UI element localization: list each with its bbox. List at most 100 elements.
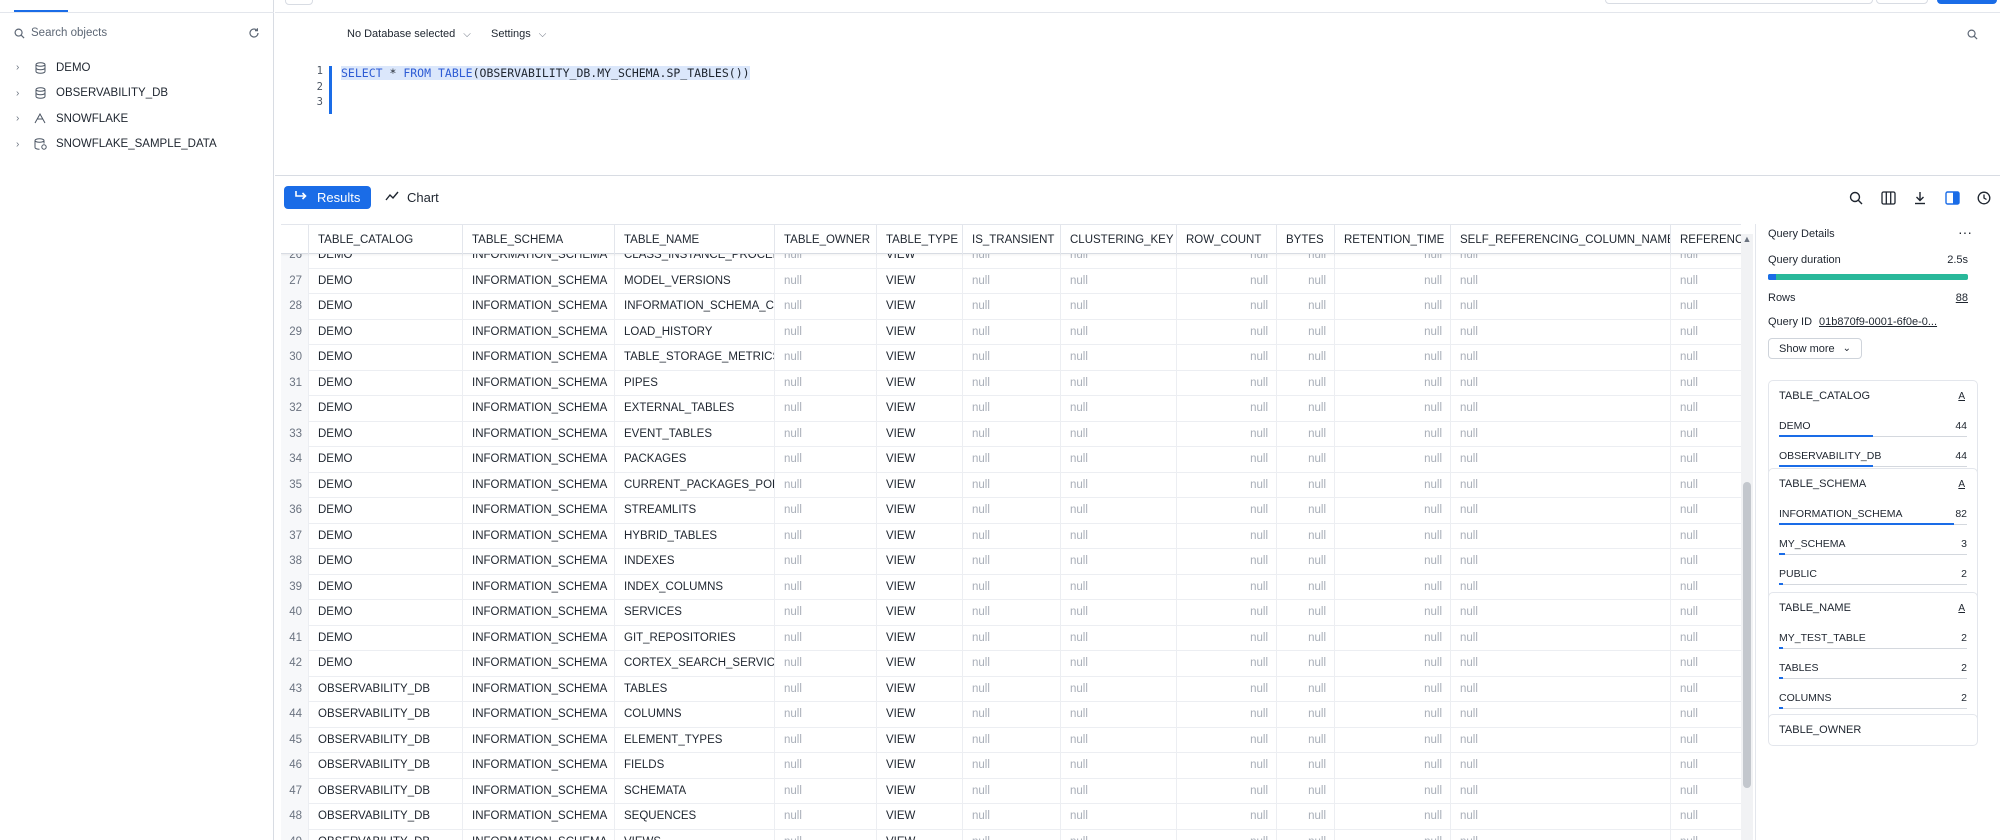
table-cell[interactable]: OBSERVABILITY_DB: [309, 804, 463, 830]
table-cell[interactable]: DEMO: [309, 625, 463, 651]
refresh-icon[interactable]: [248, 27, 260, 39]
null-cell[interactable]: null: [963, 421, 1061, 447]
null-cell[interactable]: null: [963, 804, 1061, 830]
table-row[interactable]: 49OBSERVABILITY_DBINFORMATION_SCHEMAVIEW…: [281, 829, 1741, 840]
table-cell[interactable]: OBSERVABILITY_DB: [309, 778, 463, 804]
table-cell[interactable]: FIELDS: [615, 753, 775, 779]
value-frequency-row[interactable]: INFORMATION_SCHEMA 82: [1769, 499, 1977, 529]
table-cell[interactable]: ELEMENT_TYPES: [615, 727, 775, 753]
null-cell[interactable]: null: [1061, 319, 1177, 345]
column-header[interactable]: TABLE_CATALOG: [309, 225, 463, 255]
null-cell[interactable]: null: [775, 625, 877, 651]
null-cell[interactable]: null: [963, 549, 1061, 575]
table-cell[interactable]: VIEW: [877, 778, 963, 804]
null-cell[interactable]: null: [1061, 549, 1177, 575]
null-cell[interactable]: null: [1061, 676, 1177, 702]
table-cell[interactable]: DEMO: [309, 651, 463, 677]
table-cell[interactable]: VIEW: [877, 523, 963, 549]
null-cell[interactable]: null: [1451, 778, 1671, 804]
null-cell[interactable]: null: [1061, 447, 1177, 473]
null-cell[interactable]: null: [963, 727, 1061, 753]
null-cell[interactable]: null: [1671, 779, 1741, 805]
table-cell[interactable]: VIEW: [877, 345, 963, 371]
code-line-3[interactable]: [341, 97, 750, 113]
null-cell[interactable]: null: [775, 829, 877, 840]
null-cell[interactable]: null: [1277, 523, 1335, 549]
table-cell[interactable]: DEMO: [309, 421, 463, 447]
null-cell[interactable]: null: [1335, 651, 1451, 677]
table-row[interactable]: 29 DEMO INFORMATION_SCHEMA LOAD_HISTORY null…: [281, 319, 1741, 345]
null-cell[interactable]: null: [1335, 549, 1451, 575]
column-header[interactable]: TABLE_SCHEMA: [463, 225, 615, 255]
column-header[interactable]: CLUSTERING_KEY: [1061, 225, 1177, 255]
null-cell[interactable]: null: [1451, 523, 1671, 549]
table-cell[interactable]: OBSERVABILITY_DB: [309, 702, 463, 728]
null-cell[interactable]: null: [775, 702, 877, 728]
null-cell[interactable]: null: [1177, 753, 1277, 779]
table-cell[interactable]: INFORMATION_SCHEMA: [463, 268, 615, 294]
table-cell[interactable]: INDEXES: [615, 549, 775, 575]
table-cell[interactable]: DEMO: [309, 345, 463, 371]
table-cell[interactable]: INFORMATION_SCHEMA: [463, 625, 615, 651]
null-cell[interactable]: null: [1277, 727, 1335, 753]
null-cell[interactable]: null: [775, 651, 877, 677]
table-cell[interactable]: INFORMATION_SCHEMA: [463, 651, 615, 677]
table-row[interactable]: 46 OBSERVABILITY_DB INFORMATION_SCHEMA FIEL…: [281, 753, 1741, 779]
null-cell[interactable]: null: [1671, 447, 1741, 473]
null-cell[interactable]: null: [1277, 625, 1335, 651]
scrollbar-thumb[interactable]: [1743, 482, 1751, 788]
null-cell[interactable]: null: [963, 625, 1061, 651]
table-cell[interactable]: MODEL_VERSIONS: [615, 268, 775, 294]
table-cell[interactable]: INFORMATION_SCHEMA: [463, 727, 615, 753]
table-cell[interactable]: INFORMATION_SCHEMA: [463, 370, 615, 396]
null-cell[interactable]: null: [775, 523, 877, 549]
table-row[interactable]: 32 DEMO INFORMATION_SCHEMA EXTERNAL_TABLES n…: [281, 396, 1741, 422]
null-cell[interactable]: null: [1335, 319, 1451, 345]
table-cell[interactable]: CURRENT_PACKAGES_POLICY: [615, 472, 775, 498]
null-cell[interactable]: null: [1671, 600, 1741, 626]
null-cell[interactable]: null: [1061, 523, 1177, 549]
table-row[interactable]: 28 DEMO INFORMATION_SCHEMA INFORMATION_SCHE…: [281, 294, 1741, 320]
null-cell[interactable]: null: [1177, 804, 1277, 830]
value-frequency-row[interactable]: MY_TEST_TABLE 2: [1769, 623, 1977, 653]
table-cell[interactable]: INFORMATION_SCHEMA: [463, 523, 615, 549]
column-header[interactable]: TABLE_OWNER: [775, 225, 877, 255]
null-cell[interactable]: null: [1671, 575, 1741, 601]
value-frequency-row[interactable]: OBSERVABILITY_DB 44: [1769, 441, 1977, 471]
table-cell[interactable]: VIEW: [877, 651, 963, 677]
table-cell[interactable]: INFORMATION_SCHEMA: [463, 549, 615, 575]
null-cell[interactable]: null: [1061, 574, 1177, 600]
null-cell[interactable]: null: [1671, 294, 1741, 320]
null-cell[interactable]: null: [1335, 268, 1451, 294]
column-header[interactable]: TABLE_TYPE: [877, 225, 963, 255]
table-cell[interactable]: VIEW: [877, 727, 963, 753]
null-cell[interactable]: null: [1335, 727, 1451, 753]
null-cell[interactable]: null: [1335, 421, 1451, 447]
table-cell[interactable]: VIEW: [877, 294, 963, 320]
null-cell[interactable]: null: [1277, 345, 1335, 371]
table-cell[interactable]: OBSERVABILITY_DB: [309, 753, 463, 779]
code-line-2[interactable]: [341, 82, 750, 98]
null-cell[interactable]: null: [963, 753, 1061, 779]
chevron-right-icon[interactable]: ›: [16, 113, 28, 124]
table-cell[interactable]: DEMO: [309, 549, 463, 575]
table-cell[interactable]: VIEW: [877, 702, 963, 728]
code-line-1[interactable]: SELECT * FROM TABLE(OBSERVABILITY_DB.MY_…: [341, 66, 750, 82]
value-frequency-row[interactable]: DEMO 44: [1769, 411, 1977, 441]
null-cell[interactable]: null: [1177, 294, 1277, 320]
table-cell[interactable]: DEMO: [309, 472, 463, 498]
table-cell[interactable]: INFORMATION_SCHEMA: [463, 319, 615, 345]
history-icon[interactable]: [1968, 188, 2000, 208]
null-cell[interactable]: null: [963, 574, 1061, 600]
table-row[interactable]: 45 OBSERVABILITY_DB INFORMATION_SCHEMA ELEM…: [281, 727, 1741, 753]
table-cell[interactable]: SCHEMATA: [615, 778, 775, 804]
column-header[interactable]: BYTES: [1277, 225, 1335, 255]
table-cell[interactable]: OBSERVABILITY_DB: [309, 727, 463, 753]
table-cell[interactable]: DEMO: [309, 600, 463, 626]
null-cell[interactable]: null: [963, 829, 1061, 840]
null-cell[interactable]: null: [1671, 269, 1741, 295]
table-row[interactable]: 36 DEMO INFORMATION_SCHEMA STREAMLITS null VI…: [281, 498, 1741, 524]
null-cell[interactable]: null: [1335, 447, 1451, 473]
table-row[interactable]: 38 DEMO INFORMATION_SCHEMA INDEXES null VIEW n…: [281, 549, 1741, 575]
null-cell[interactable]: null: [775, 319, 877, 345]
